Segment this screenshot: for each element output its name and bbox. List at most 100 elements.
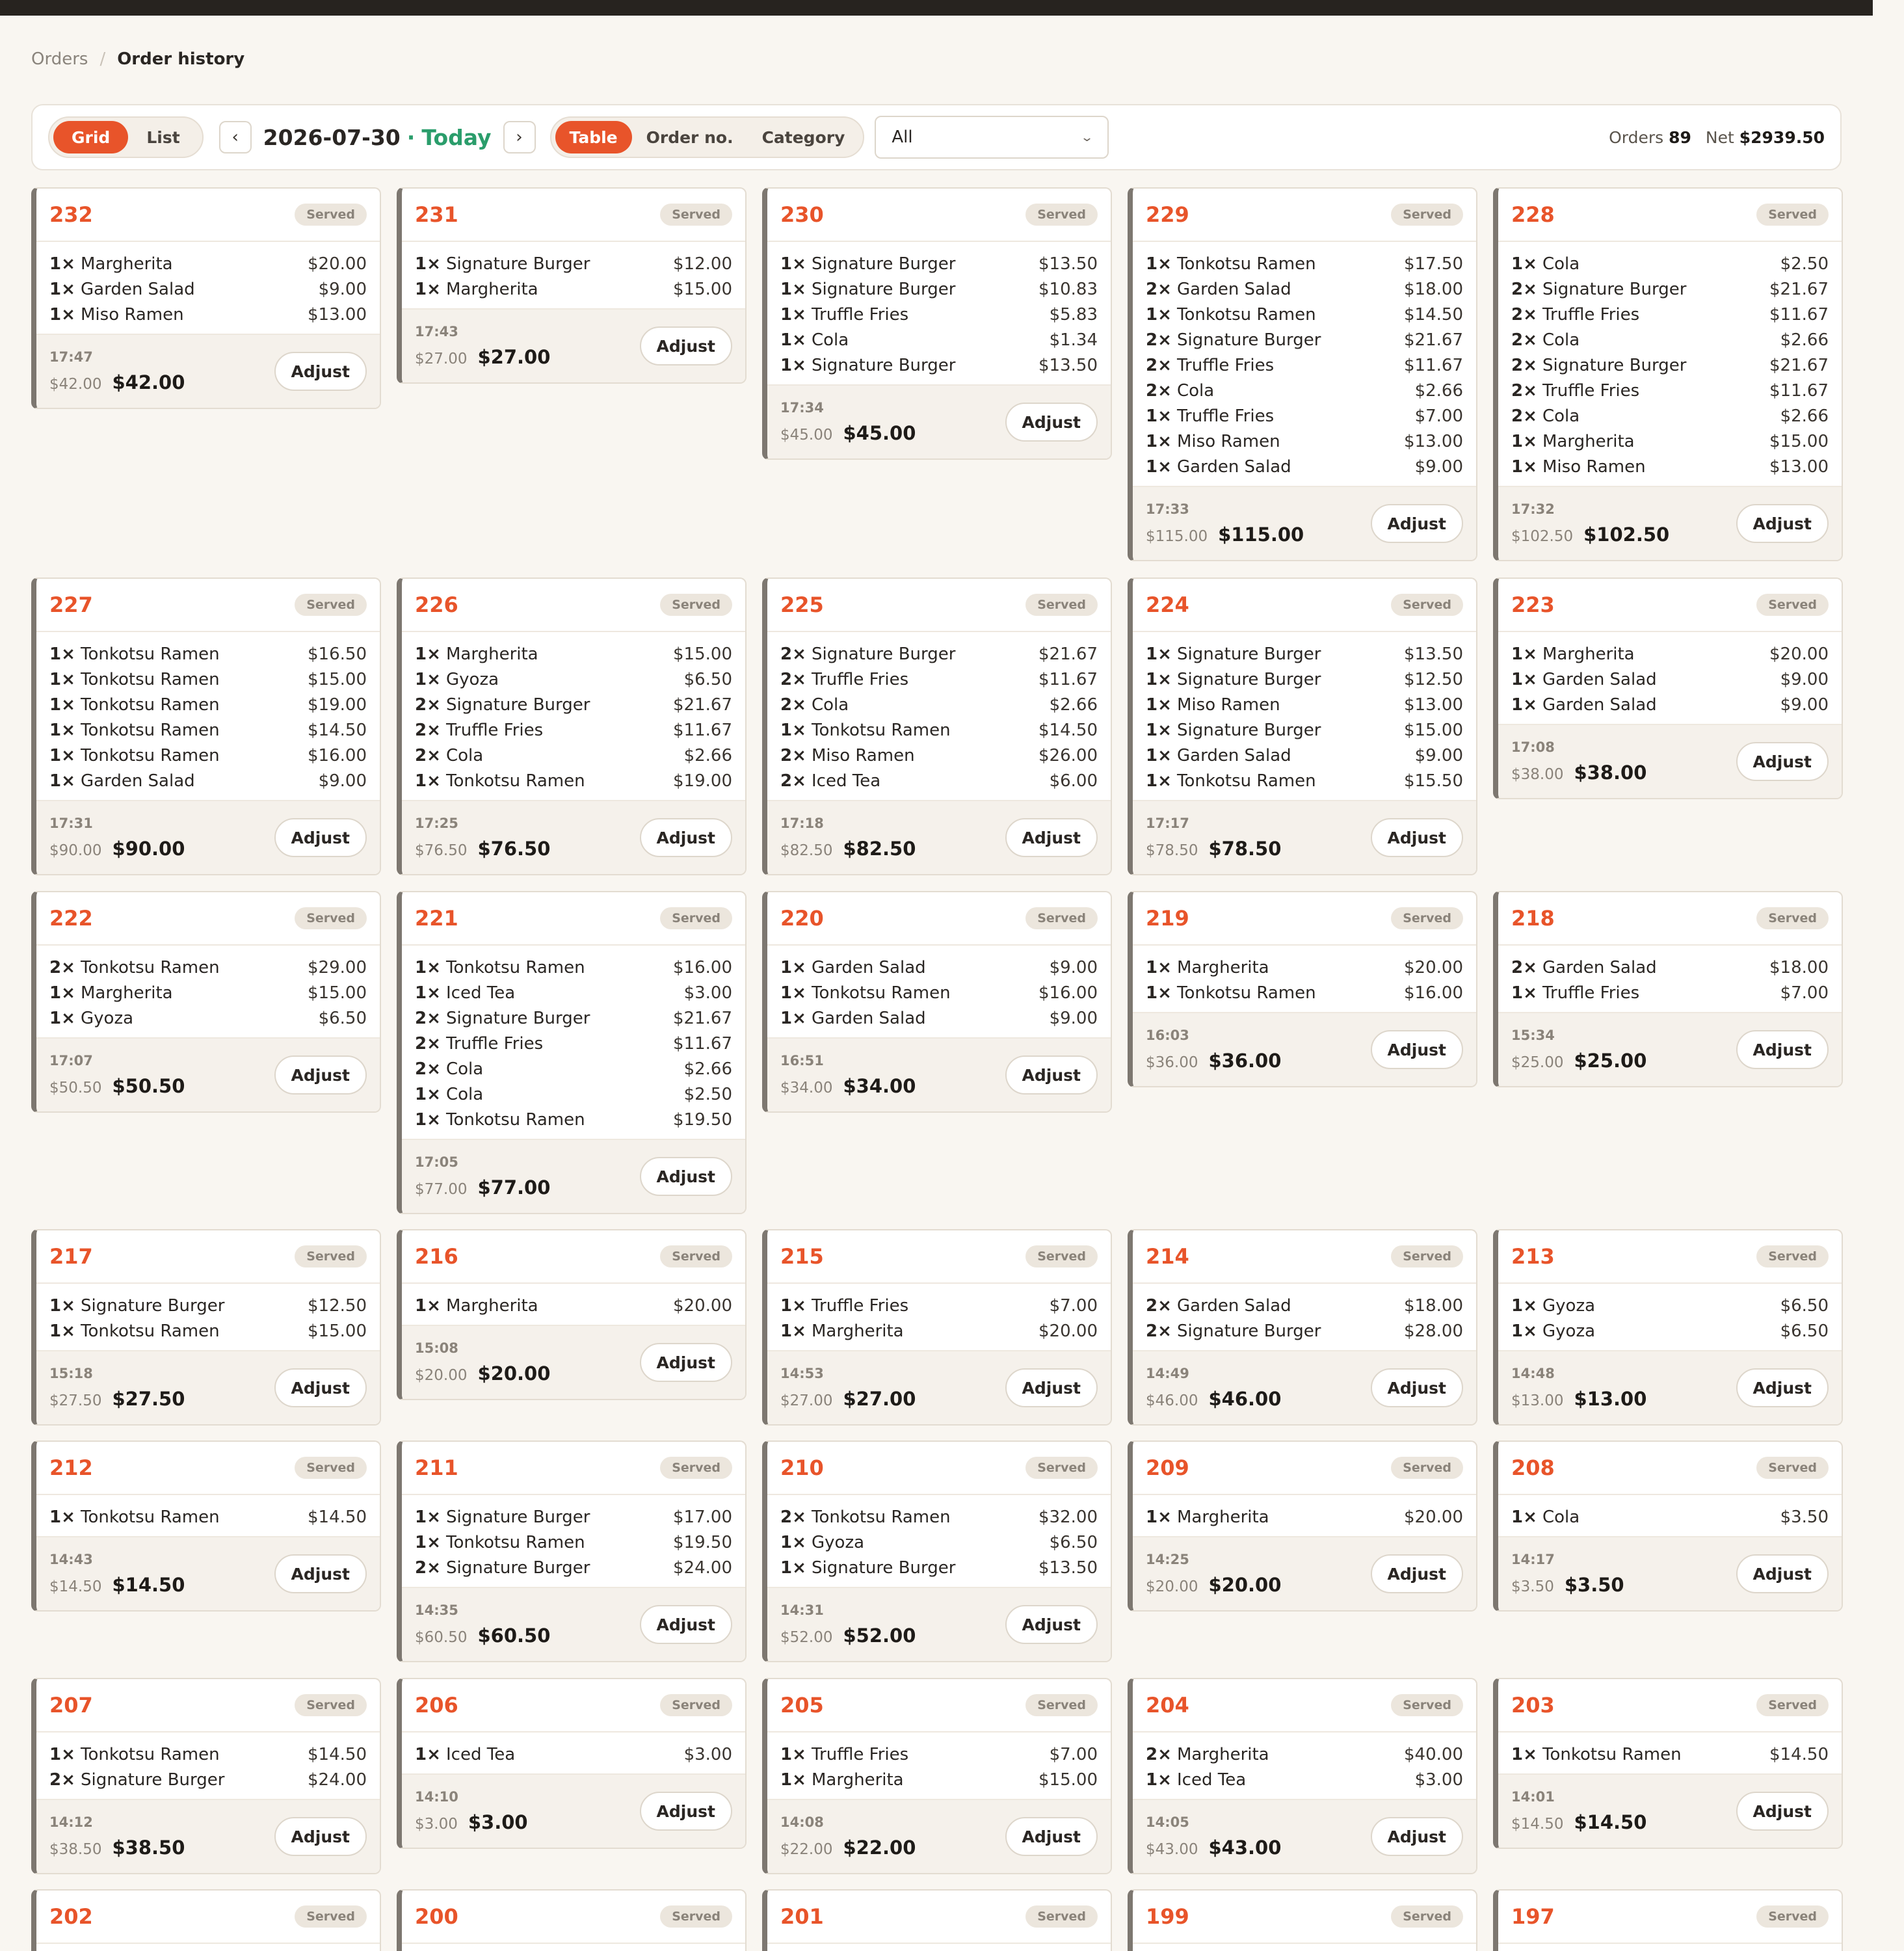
adjust-button[interactable]: Adjust: [1005, 1605, 1098, 1644]
order-card[interactable]: 197 Served: [1493, 1889, 1843, 1951]
adjust-button[interactable]: Adjust: [274, 1368, 367, 1407]
order-card[interactable]: 226 Served 1× Margherita $15.00 1× Gyoza $6.50 2…: [397, 577, 747, 875]
item-name: Signature Burger: [1177, 669, 1321, 689]
order-card[interactable]: 220 Served 1× Garden Salad $9.00 1× Tonkotsu R…: [762, 891, 1112, 1113]
item-quantity: 1×: [1511, 254, 1537, 274]
order-card[interactable]: 214 Served 2× Garden Salad $18.00 2× Signature…: [1128, 1229, 1477, 1426]
item-quantity: 2×: [780, 1507, 806, 1527]
adjust-button[interactable]: Adjust: [1736, 1554, 1829, 1593]
order-card[interactable]: 219 Served 1× Margherita $20.00 1× Tonkotsu Ra…: [1128, 891, 1477, 1087]
order-number: 207: [49, 1693, 93, 1718]
order-card[interactable]: 225 Served 2× Signature Burger $21.67 2× Truff…: [762, 577, 1112, 875]
order-card[interactable]: 217 Served 1× Signature Burger $12.50 1× Tonko…: [31, 1229, 381, 1426]
order-card[interactable]: 204 Served 2× Margherita $40.00 1× Iced Tea $3.…: [1128, 1678, 1477, 1874]
item-price: $13.00: [1404, 431, 1463, 451]
order-subtotal: $38.50: [49, 1841, 102, 1858]
order-card[interactable]: 232 Served 1× Margherita $20.00 1× Garden Sala…: [31, 187, 381, 409]
order-card[interactable]: 222 Served 2× Tonkotsu Ramen $29.00 1× Margher…: [31, 891, 381, 1113]
order-card[interactable]: 206 Served 1× Iced Tea $3.00 14:10 $3.00 $3.00 A…: [397, 1678, 747, 1849]
order-totals: $27.00 $27.00: [415, 346, 550, 368]
order-card[interactable]: 224 Served 1× Signature Burger $13.50 1× Signa…: [1128, 577, 1477, 875]
group-category-button[interactable]: Category: [748, 121, 860, 153]
adjust-button[interactable]: Adjust: [1370, 1554, 1463, 1593]
adjust-button[interactable]: Adjust: [639, 1343, 732, 1382]
order-totals: $14.50 $14.50: [49, 1574, 185, 1596]
order-card[interactable]: 215 Served 1× Truffle Fries $7.00 1× Margherit…: [762, 1229, 1112, 1426]
filter-select[interactable]: All ⌄: [875, 116, 1109, 159]
today-label: Today: [421, 124, 492, 150]
view-grid-button[interactable]: Grid: [53, 121, 129, 153]
order-card[interactable]: 199 Served: [1128, 1889, 1477, 1951]
adjust-button[interactable]: Adjust: [1005, 1055, 1098, 1095]
order-card[interactable]: 218 Served 2× Garden Salad $18.00 1× Truffle F…: [1493, 891, 1843, 1087]
adjust-button[interactable]: Adjust: [639, 1605, 732, 1644]
adjust-button[interactable]: Adjust: [1370, 504, 1463, 543]
group-order-no-button[interactable]: Order no.: [632, 121, 748, 153]
item-price: $11.67: [1769, 380, 1829, 401]
adjust-button[interactable]: Adjust: [274, 1554, 367, 1593]
order-card[interactable]: 213 Served 1× Gyoza $6.50 1× Gyoza $6.50 14:48 $1…: [1493, 1229, 1843, 1426]
adjust-button[interactable]: Adjust: [1370, 818, 1463, 857]
order-card-footer: 17:07 $50.50 $50.50 Adjust: [36, 1037, 380, 1111]
order-card[interactable]: 205 Served 1× Truffle Fries $7.00 1× Margherit…: [762, 1678, 1112, 1874]
order-card[interactable]: 209 Served 1× Margherita $20.00 14:25 $20.00 $2…: [1128, 1440, 1477, 1612]
adjust-button[interactable]: Adjust: [639, 1157, 732, 1196]
adjust-button[interactable]: Adjust: [639, 326, 732, 365]
order-summary: 17:43 $27.00 $27.00: [415, 324, 550, 368]
order-totals: $42.00 $42.00: [49, 371, 185, 393]
adjust-button[interactable]: Adjust: [1736, 742, 1829, 781]
item-quantity: 1×: [49, 644, 75, 664]
adjust-button[interactable]: Adjust: [1370, 1368, 1463, 1407]
adjust-button[interactable]: Adjust: [274, 352, 367, 391]
order-card[interactable]: 208 Served 1× Cola $3.50 14:17 $3.50 $3.50 Adjus…: [1493, 1440, 1843, 1612]
order-card[interactable]: 223 Served 1× Margherita $20.00 1× Garden Sala…: [1493, 577, 1843, 799]
adjust-button[interactable]: Adjust: [274, 1817, 367, 1856]
adjust-button[interactable]: Adjust: [274, 818, 367, 857]
item-price: $14.50: [308, 1744, 367, 1764]
next-date-button[interactable]: ›: [503, 121, 536, 153]
adjust-button[interactable]: Adjust: [1736, 1792, 1829, 1831]
order-card[interactable]: 230 Served 1× Signature Burger $13.50 1× Signa…: [762, 187, 1112, 460]
adjust-button[interactable]: Adjust: [1736, 504, 1829, 543]
order-card[interactable]: 201 Served: [762, 1889, 1112, 1951]
item-quantity: 1×: [780, 1558, 806, 1578]
order-card[interactable]: 221 Served 1× Tonkotsu Ramen $16.00 1× Iced Te…: [397, 891, 747, 1214]
adjust-button[interactable]: Adjust: [639, 818, 732, 857]
adjust-button[interactable]: Adjust: [1005, 403, 1098, 442]
view-list-button[interactable]: List: [128, 121, 198, 153]
order-card[interactable]: 228 Served 1× Cola $2.50 2× Signature Burger $2…: [1493, 187, 1843, 561]
order-card[interactable]: 210 Served 2× Tonkotsu Ramen $32.00 1× Gyoza $6…: [762, 1440, 1112, 1662]
order-card[interactable]: 212 Served 1× Tonkotsu Ramen $14.50 14:43 $14.…: [31, 1440, 381, 1612]
adjust-button[interactable]: Adjust: [1736, 1368, 1829, 1407]
adjust-button[interactable]: Adjust: [1736, 1030, 1829, 1069]
adjust-button[interactable]: Adjust: [274, 1055, 367, 1095]
order-card-footer: 14:25 $20.00 $20.00 Adjust: [1133, 1536, 1476, 1610]
adjust-button[interactable]: Adjust: [1370, 1030, 1463, 1069]
item-quantity: 2×: [1511, 957, 1537, 977]
order-card[interactable]: 203 Served 1× Tonkotsu Ramen $14.50 14:01 $14.…: [1493, 1678, 1843, 1849]
order-card[interactable]: 211 Served 1× Signature Burger $17.00 1× Tonko…: [397, 1440, 747, 1662]
order-card[interactable]: 207 Served 1× Tonkotsu Ramen $14.50 2× Signatu…: [31, 1678, 381, 1874]
adjust-button[interactable]: Adjust: [1005, 818, 1098, 857]
order-time: 14:17: [1511, 1552, 1555, 1567]
adjust-button[interactable]: Adjust: [639, 1792, 732, 1831]
order-item: 1× Miso Ramen $13.00: [1146, 692, 1463, 717]
adjust-button[interactable]: Adjust: [1005, 1368, 1098, 1407]
order-card-footer: 17:43 $27.00 $27.00 Adjust: [402, 308, 745, 382]
item-price: $11.67: [1038, 669, 1098, 689]
order-items: 1× Tonkotsu Ramen $14.50 2× Signature Burger…: [36, 1732, 380, 1799]
order-card-header: 219 Served: [1133, 892, 1476, 946]
order-card[interactable]: 231 Served 1× Signature Burger $12.00 1× Margh…: [397, 187, 747, 384]
prev-date-button[interactable]: ‹: [218, 121, 252, 153]
order-card[interactable]: 200 Served: [397, 1889, 747, 1951]
order-card[interactable]: 202 Served: [31, 1889, 381, 1951]
adjust-button[interactable]: Adjust: [1370, 1817, 1463, 1856]
order-item: 1× Garden Salad $9.00: [780, 955, 1098, 980]
group-table-button[interactable]: Table: [555, 121, 632, 153]
item-name: Gyoza: [1542, 1295, 1596, 1316]
order-card[interactable]: 216 Served 1× Margherita $20.00 15:08 $20.00 $2…: [397, 1229, 747, 1400]
order-card[interactable]: 229 Served 1× Tonkotsu Ramen $17.50 2× Garden …: [1128, 187, 1477, 561]
breadcrumb-orders-link[interactable]: Orders: [31, 49, 88, 69]
adjust-button[interactable]: Adjust: [1005, 1817, 1098, 1856]
order-card[interactable]: 227 Served 1× Tonkotsu Ramen $16.50 1× Tonkots…: [31, 577, 381, 875]
